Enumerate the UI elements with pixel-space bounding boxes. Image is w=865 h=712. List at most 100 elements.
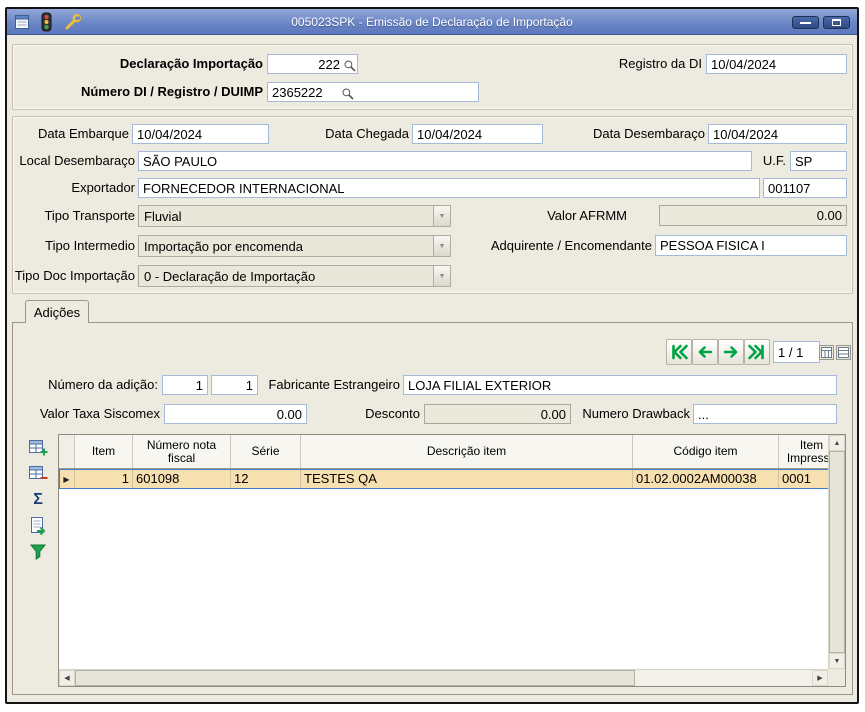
scroll-down-icon[interactable]: ▼	[829, 653, 845, 669]
numero-adicao-field-1	[162, 375, 208, 395]
items-grid: Item Número nota fiscal Série Descrição …	[58, 434, 846, 687]
tipo-transporte-value: Fluvial	[144, 208, 182, 224]
valor-afrmm-input[interactable]	[659, 205, 847, 226]
last-record-icon	[748, 344, 764, 360]
cell-nota-fiscal[interactable]: 601098	[133, 469, 231, 489]
previous-record-button[interactable]	[692, 339, 718, 365]
adquirente-label: Adquirente / Encomendante	[490, 238, 652, 253]
table-row[interactable]: ▶ 1 601098 12 TESTES QA 01.02.0002AM0003…	[59, 469, 845, 489]
fabricante-input[interactable]	[403, 375, 837, 395]
local-desembaraco-label: Local Desembaraço	[19, 153, 135, 168]
export-button[interactable]	[27, 515, 49, 537]
vertical-scrollbar[interactable]: ▲ ▼	[828, 435, 845, 669]
tipo-doc-importacao-label: Tipo Doc Importação	[14, 268, 135, 283]
record-pager-input[interactable]	[773, 341, 820, 363]
numero-di-input[interactable]	[267, 82, 479, 102]
exportador-codigo-input[interactable]	[763, 178, 847, 198]
col-header-serie[interactable]: Série	[231, 435, 301, 468]
table-icon	[821, 347, 832, 358]
first-record-icon	[672, 344, 688, 360]
tipo-doc-importacao-value: 0 - Declaração de Importação	[144, 268, 316, 284]
data-desembaraco-field	[708, 124, 847, 144]
horizontal-scroll-track[interactable]	[635, 670, 812, 686]
row-indicator-header	[59, 435, 75, 468]
tipo-intermedio-select[interactable]: Importação por encomenda ▼	[138, 235, 451, 257]
title-bar[interactable]: 005023SPK - Emissão de Declaração de Imp…	[7, 9, 857, 35]
registro-da-di-input[interactable]	[706, 54, 847, 74]
numero-drawback-label: Numero Drawback	[582, 406, 690, 421]
maximize-button[interactable]	[823, 16, 850, 29]
uf-label: U.F.	[762, 153, 786, 168]
cell-item[interactable]: 1	[75, 469, 133, 489]
scroll-left-icon[interactable]: ◀	[59, 670, 75, 686]
vertical-scroll-thumb[interactable]	[829, 451, 845, 653]
horizontal-scrollbar[interactable]: ◀ ▶	[59, 669, 828, 686]
filter-button[interactable]	[27, 541, 49, 563]
col-header-codigo[interactable]: Código item	[633, 435, 779, 468]
exportador-label: Exportador	[71, 180, 135, 195]
tipo-transporte-label: Tipo Transporte	[44, 208, 135, 223]
data-embarque-label: Data Embarque	[37, 126, 129, 141]
minimize-button[interactable]	[792, 16, 819, 29]
exportador-input[interactable]	[138, 178, 760, 198]
local-desembaraco-input[interactable]	[138, 151, 752, 171]
numero-di-field	[267, 82, 479, 102]
col-header-item[interactable]: Item	[75, 435, 133, 468]
valor-afrmm-field	[659, 205, 847, 226]
numero-adicao-field-2	[211, 375, 258, 395]
scroll-up-icon[interactable]: ▲	[829, 435, 845, 451]
chevron-down-icon[interactable]: ▼	[433, 236, 450, 256]
data-chegada-input[interactable]	[412, 124, 543, 144]
next-record-icon	[723, 346, 738, 358]
scroll-right-icon[interactable]: ▶	[812, 670, 828, 686]
uf-input[interactable]	[790, 151, 847, 171]
col-header-nota-fiscal[interactable]: Número nota fiscal	[133, 435, 231, 468]
sigma-icon: Σ	[33, 491, 43, 508]
chevron-down-icon[interactable]: ▼	[433, 266, 450, 286]
search-icon[interactable]	[341, 87, 355, 101]
filter-funnel-icon	[29, 544, 47, 560]
row-indicator-icon: ▶	[59, 469, 75, 489]
data-embarque-input[interactable]	[132, 124, 269, 144]
numero-di-label: Número DI / Registro / DUIMP	[80, 84, 263, 99]
previous-record-icon	[698, 346, 713, 358]
chevron-down-icon[interactable]: ▼	[433, 206, 450, 226]
valor-afrmm-label: Valor AFRMM	[547, 208, 627, 223]
export-icon	[31, 517, 46, 536]
numero-adicao-input-2[interactable]	[211, 375, 258, 395]
next-record-button[interactable]	[718, 339, 744, 365]
numero-drawback-input[interactable]	[693, 404, 837, 424]
sum-button[interactable]: Σ	[27, 489, 49, 511]
tipo-transporte-select[interactable]: Fluvial ▼	[138, 205, 451, 227]
adquirente-input[interactable]	[655, 235, 847, 256]
add-row-button[interactable]	[27, 437, 49, 459]
tab-adicoes[interactable]: Adições	[25, 300, 89, 323]
grid-view-button[interactable]	[819, 345, 834, 360]
tipo-intermedio-label: Tipo Intermedio	[45, 238, 135, 253]
horizontal-scroll-thumb[interactable]	[75, 670, 635, 686]
tipo-doc-importacao-select[interactable]: 0 - Declaração de Importação ▼	[138, 265, 451, 287]
delete-row-button[interactable]	[27, 463, 49, 485]
data-chegada-field	[412, 124, 543, 144]
adquirente-field	[655, 235, 847, 256]
cell-descricao[interactable]: TESTES QA	[301, 469, 633, 489]
add-row-icon	[29, 440, 48, 456]
cell-codigo[interactable]: 01.02.0002AM00038	[633, 469, 779, 489]
data-chegada-label: Data Chegada	[325, 126, 409, 141]
numero-adicao-input-1[interactable]	[162, 375, 208, 395]
form-view-button[interactable]	[836, 345, 851, 360]
tipo-intermedio-value: Importação por encomenda	[144, 238, 303, 254]
app-window: 005023SPK - Emissão de Declaração de Imp…	[5, 7, 859, 704]
valor-taxa-siscomex-input[interactable]	[164, 404, 307, 424]
desconto-field	[424, 404, 571, 424]
exportador-codigo-field	[763, 178, 847, 198]
cell-serie[interactable]: 12	[231, 469, 301, 489]
first-record-button[interactable]	[666, 339, 692, 365]
desconto-input[interactable]	[424, 404, 571, 424]
search-icon[interactable]	[343, 59, 357, 73]
col-header-descricao[interactable]: Descrição item	[301, 435, 633, 468]
maximize-icon	[832, 19, 841, 26]
data-desembaraco-input[interactable]	[708, 124, 847, 144]
uf-field	[790, 151, 847, 171]
last-record-button[interactable]	[744, 339, 770, 365]
